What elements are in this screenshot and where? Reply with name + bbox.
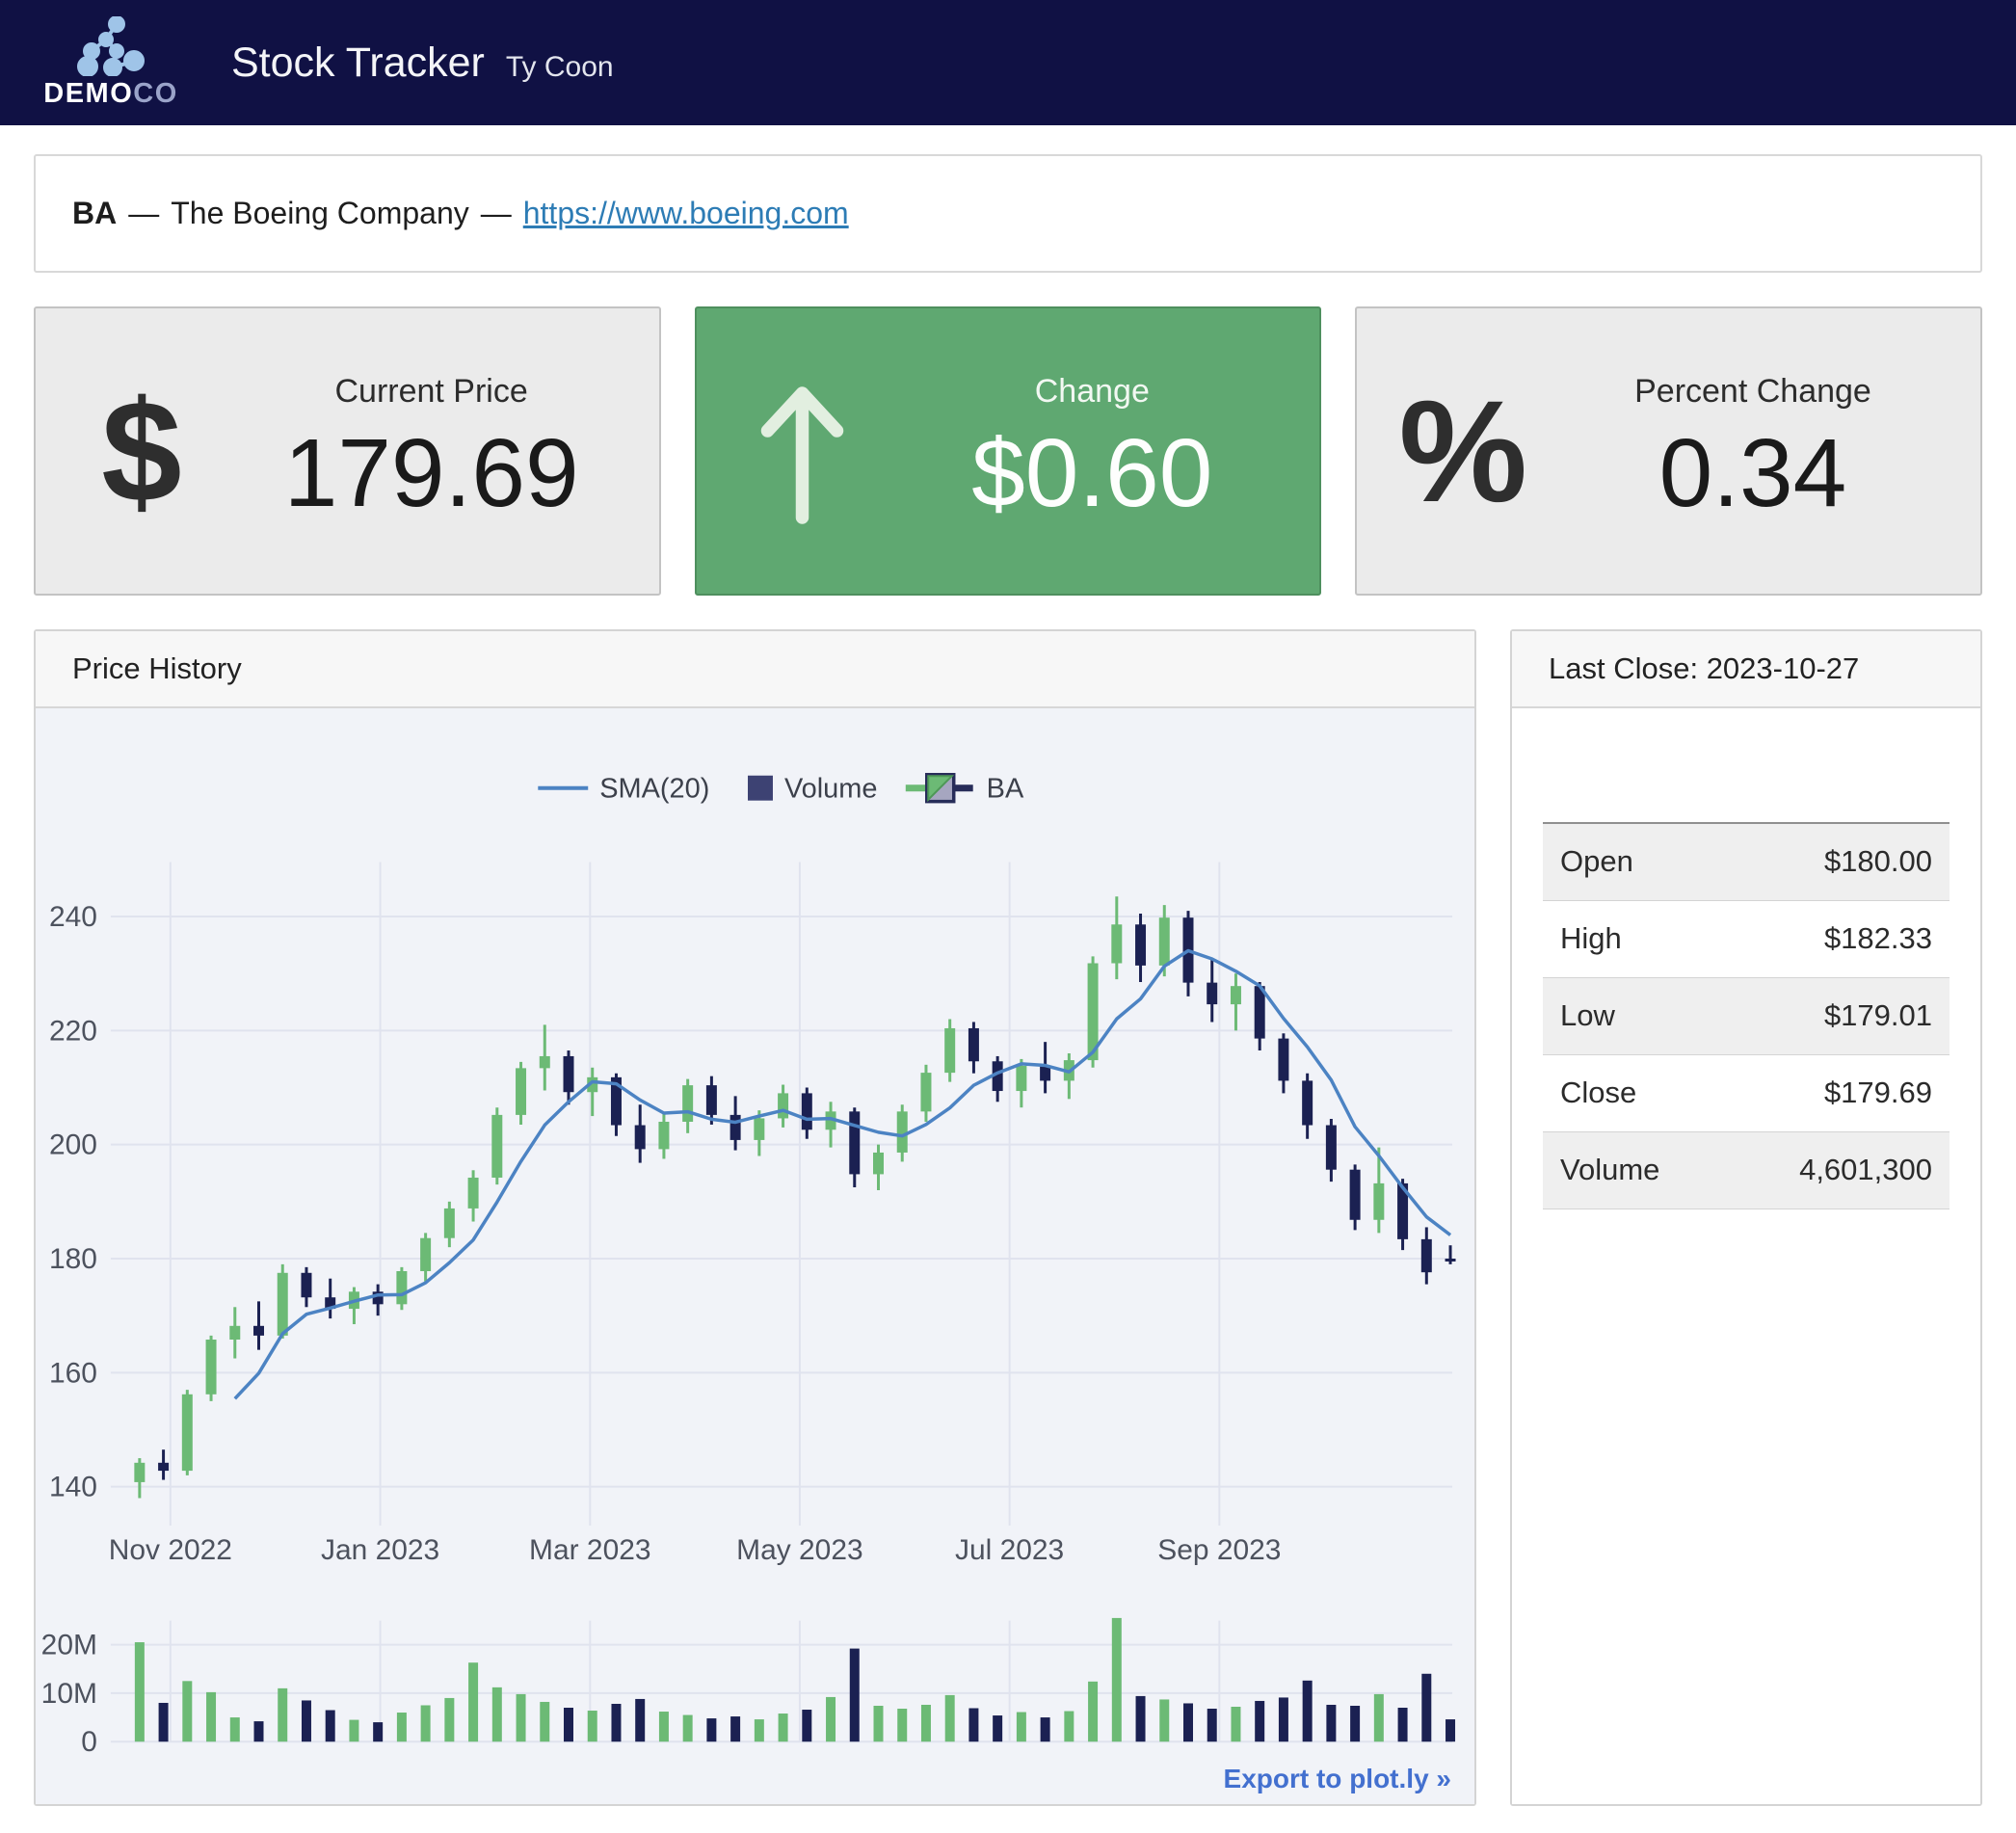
arrow-up-icon	[752, 374, 853, 528]
svg-text:Volume: Volume	[784, 774, 878, 805]
table-row-low: Low$179.01	[1543, 977, 1950, 1054]
svg-text:0: 0	[81, 1726, 97, 1758]
svg-text:Jan 2023: Jan 2023	[321, 1534, 439, 1566]
card-label: Change	[1035, 373, 1150, 411]
molecule-icon	[74, 16, 147, 76]
legend-item-sma[interactable]: SMA(20)	[538, 774, 709, 805]
current-price-card: $ Current Price 179.69	[34, 306, 661, 596]
svg-text:Sep 2023: Sep 2023	[1157, 1534, 1281, 1566]
ohlc-table: Open$180.00 High$182.33 Low$179.01 Close…	[1543, 822, 1950, 1209]
page: DEMOCO Stock Tracker Ty Coon BA — The Bo…	[0, 0, 2016, 1833]
svg-text:220: 220	[49, 1015, 97, 1047]
chart-legend: SMA(20) Volume BA	[538, 774, 1024, 805]
card-label: Percent Change	[1634, 373, 1871, 411]
dollar-icon: $	[101, 379, 181, 523]
app-subtitle: Ty Coon	[506, 51, 614, 84]
stat-cards: $ Current Price 179.69 Change $0.60 % Pe…	[34, 306, 1982, 596]
app-title: Stock Tracker	[231, 40, 485, 87]
svg-text:SMA(20): SMA(20)	[599, 774, 709, 805]
svg-text:140: 140	[49, 1472, 97, 1503]
price-history-title: Price History	[36, 631, 1474, 708]
current-price-value: 179.69	[284, 418, 579, 529]
svg-text:160: 160	[49, 1357, 97, 1389]
candlestick-series[interactable]	[134, 896, 1455, 1498]
svg-text:20M: 20M	[41, 1630, 97, 1661]
candlestick-chart[interactable]: 240 220 200 180 160 140 20M 10M 0 Nov 2022 Jan 202…	[36, 708, 1474, 1804]
price-history-chart[interactable]: 240 220 200 180 160 140 20M 10M 0 Nov 2022 Jan 202…	[36, 708, 1474, 1804]
table-row-high: High$182.33	[1543, 900, 1950, 977]
percent-icon: %	[1399, 379, 1527, 523]
svg-text:10M: 10M	[41, 1678, 97, 1710]
svg-text:180: 180	[49, 1243, 97, 1275]
table-row-close: Close$179.69	[1543, 1054, 1950, 1131]
price-history-panel: Price History 240 220 200 180 160 140 20M 10M 0 N…	[34, 629, 1476, 1806]
table-row-open: Open$180.00	[1543, 823, 1950, 900]
separator: —	[128, 196, 159, 231]
app-header: DEMOCO Stock Tracker Ty Coon	[0, 0, 2016, 125]
ticker-symbol: BA	[72, 196, 117, 231]
svg-text:Jul 2023: Jul 2023	[955, 1534, 1064, 1566]
svg-text:200: 200	[49, 1129, 97, 1161]
table-row-volume: Volume4,601,300	[1543, 1131, 1950, 1209]
change-card: Change $0.60	[695, 306, 1322, 596]
company-url-link[interactable]: https://www.boeing.com	[523, 196, 849, 231]
percent-change-card: % Percent Change 0.34	[1355, 306, 1982, 596]
ticker-bar: BA — The Boeing Company — https://www.bo…	[34, 154, 1982, 273]
volume-bars[interactable]	[135, 1618, 1455, 1741]
sma-line	[235, 950, 1450, 1398]
svg-text:Nov 2022: Nov 2022	[109, 1534, 232, 1566]
last-close-panel: Last Close: 2023-10-27 Open$180.00 High$…	[1510, 629, 1982, 1806]
brand-name: DEMOCO	[43, 78, 178, 110]
change-value: $0.60	[971, 418, 1212, 529]
company-name: The Boeing Company	[171, 196, 469, 231]
separator: —	[481, 196, 512, 231]
svg-text:Mar 2023: Mar 2023	[529, 1534, 650, 1566]
card-label: Current Price	[334, 373, 527, 411]
percent-change-value: 0.34	[1659, 418, 1847, 529]
brand-logo: DEMOCO	[39, 16, 183, 110]
export-plotly-link[interactable]: Export to plot.ly »	[1224, 1764, 1451, 1794]
svg-text:BA: BA	[987, 774, 1024, 805]
svg-text:May 2023: May 2023	[736, 1534, 862, 1566]
legend-item-volume[interactable]: Volume	[748, 774, 877, 805]
svg-text:240: 240	[49, 901, 97, 933]
legend-item-ba[interactable]: BA	[906, 774, 1024, 805]
last-close-title: Last Close: 2023-10-27	[1512, 631, 1980, 708]
